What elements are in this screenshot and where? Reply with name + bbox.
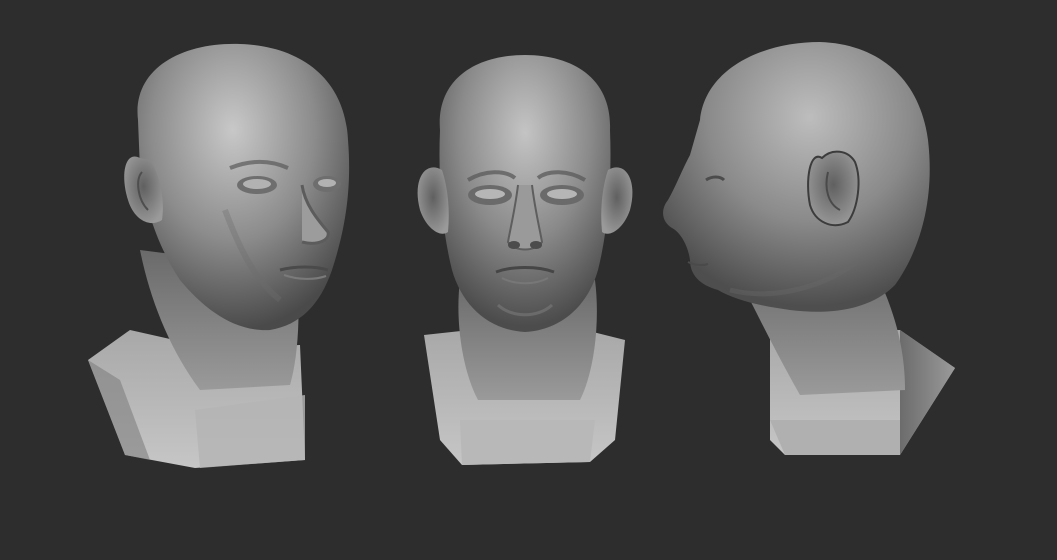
head-front-view: [417, 55, 633, 465]
sculpt-viewport[interactable]: [0, 0, 1057, 560]
ear-left-front: [417, 167, 449, 234]
head-profile: [663, 42, 930, 312]
head-three-quarter-view: [88, 43, 350, 468]
ear-right-front: [601, 167, 633, 234]
ear-profile: [807, 150, 860, 227]
head-profile-view: [663, 42, 955, 455]
render-canvas: [88, 42, 955, 468]
